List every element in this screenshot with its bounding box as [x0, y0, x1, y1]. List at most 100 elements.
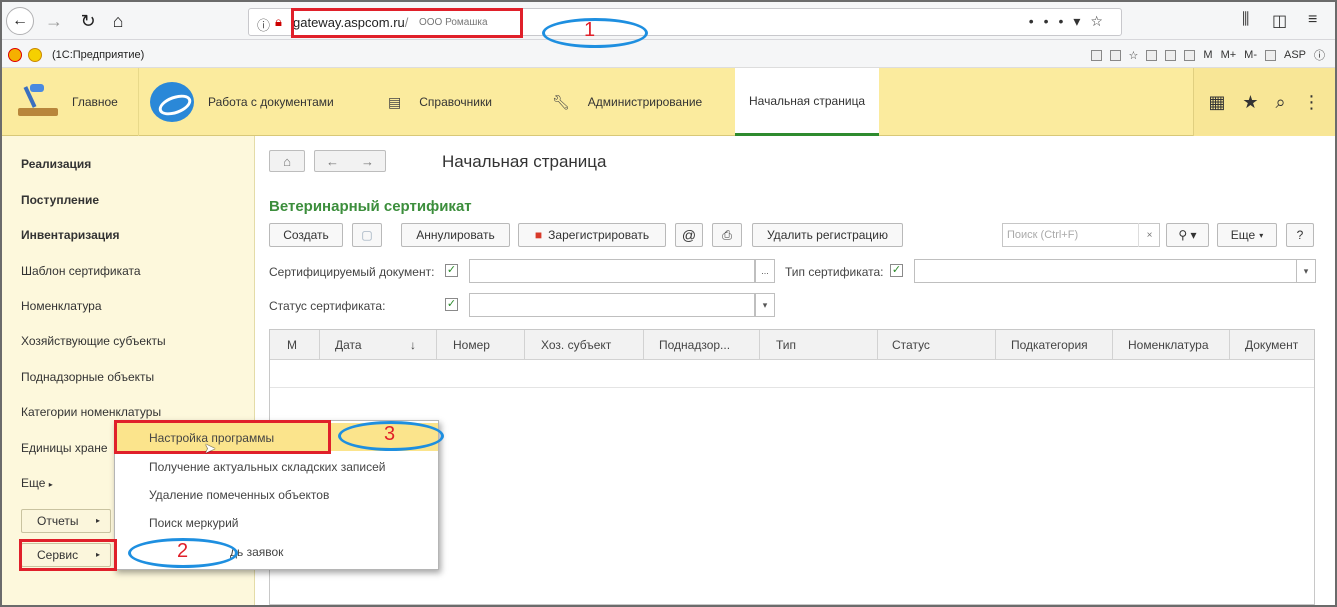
more-label: Еще	[1230, 228, 1256, 242]
home-icon[interactable]: ⌂	[104, 7, 132, 35]
library-icon[interactable]: ⫼	[1242, 11, 1249, 29]
section-main[interactable]: Главное	[16, 68, 118, 136]
help-button[interactable]: ?	[1286, 223, 1314, 247]
print-icon[interactable]	[1109, 49, 1121, 61]
hamburger-icon[interactable]: ≡	[1308, 11, 1317, 29]
menu-item-get-warehouse-records[interactable]: Получение актуальных складских записей	[149, 460, 385, 474]
chevron-down-icon[interactable]: ▾	[755, 293, 775, 317]
column-header[interactable]: Дата ↓	[320, 330, 437, 360]
copy-button[interactable]: ▢	[352, 223, 382, 247]
onec-title: (1С:Предприятие)	[52, 49, 145, 61]
section-references[interactable]: ▤ Справочники	[388, 68, 492, 136]
table-header: М Дата ↓ Номер Хоз. субъект Поднадзор...…	[270, 330, 1314, 360]
column-header[interactable]: Номер	[437, 330, 525, 360]
annul-button[interactable]: Аннулировать	[401, 223, 510, 247]
reload-icon[interactable]: ↻	[74, 7, 102, 35]
user-name[interactable]: ASP	[1284, 49, 1306, 61]
column-header[interactable]: Поднадзор...	[644, 330, 760, 360]
doc-filter-checkbox[interactable]: ✓	[445, 264, 458, 277]
type-filter-checkbox[interactable]: ✓	[890, 264, 903, 277]
calendar-icon[interactable]	[1184, 49, 1196, 61]
doc-select-button[interactable]: ...	[755, 259, 775, 283]
home-button[interactable]: ⌂	[269, 150, 305, 172]
section-administration[interactable]: 🔧︎ Администрирование	[552, 68, 702, 136]
annotation-box-1	[291, 8, 523, 38]
section-documents[interactable]: Работа с документами	[150, 68, 334, 136]
sidebar-item-inventory[interactable]: Инвентаризация	[21, 228, 120, 242]
column-header[interactable]: Тип	[760, 330, 878, 360]
triangle-right-icon: ▸	[48, 480, 53, 489]
history-icon[interactable]: ⌕	[1276, 92, 1286, 113]
onec-menu-icon[interactable]	[28, 48, 42, 62]
page-title: Начальная страница	[442, 152, 607, 171]
sidebar-item-business-entities[interactable]: Хозяйствующие субъекты	[21, 334, 166, 348]
sidebar-item-supervised-objects[interactable]: Поднадзорные объекты	[21, 370, 154, 384]
memory-m-button[interactable]: M	[1203, 49, 1212, 61]
favorites-star-icon[interactable]: ★	[1242, 92, 1258, 113]
sidebar-item-nomenclature-categories[interactable]: Категории номенклатуры	[21, 405, 161, 419]
reports-button[interactable]: Отчеты ▸	[21, 509, 111, 533]
column-header[interactable]: М	[270, 330, 320, 360]
clear-search-icon[interactable]: ×	[1138, 223, 1160, 247]
column-header[interactable]: Подкатегория	[996, 330, 1113, 360]
sidebar-item-receipts[interactable]: Поступление	[21, 193, 99, 207]
window-icon[interactable]	[1264, 49, 1276, 61]
create-button[interactable]: Создать	[269, 223, 343, 247]
history-icon[interactable]	[1146, 49, 1158, 61]
sidebar-item-storage-units[interactable]: Единицы хране	[21, 441, 108, 455]
insecure-lock-icon[interactable]: 🔒︎	[275, 14, 282, 30]
register-button[interactable]: ■ Зарегистрировать	[518, 223, 666, 247]
section-start-page[interactable]: Начальная страница	[735, 68, 880, 136]
all-functions-icon[interactable]: ▦	[1208, 92, 1225, 113]
print-button[interactable]: ⎙	[712, 223, 742, 247]
page-actions[interactable]: •••▾☆	[1029, 13, 1113, 30]
column-header[interactable]: Документ	[1230, 330, 1314, 360]
type-filter-field[interactable]	[914, 259, 1306, 283]
more-vertical-icon[interactable]: ⋮	[1303, 92, 1321, 113]
search-input[interactable]: Поиск (Ctrl+F)	[1002, 223, 1160, 247]
menu-item-mercury-search[interactable]: Поиск меркурий	[149, 516, 239, 530]
favorite-icon[interactable]: ☆	[1129, 49, 1139, 62]
calculator-icon[interactable]	[1165, 49, 1177, 61]
forward-arrow-icon[interactable]: →	[40, 7, 68, 35]
column-header[interactable]: Номенклатура	[1113, 330, 1230, 360]
help-info-icon[interactable]: ⓘ	[1314, 47, 1325, 63]
column-header[interactable]: Хоз. субъект	[525, 330, 644, 360]
forward-arrow-icon[interactable]: →	[361, 154, 374, 169]
info-icon[interactable]: ⓘ	[257, 15, 270, 34]
email-button[interactable]: @	[675, 223, 703, 247]
back-arrow-icon[interactable]: ←	[6, 7, 34, 35]
sidebar-icon[interactable]: ◫	[1272, 11, 1287, 31]
sidebar-item-sales[interactable]: Реализация	[21, 157, 91, 171]
onec-logo-icon[interactable]	[8, 48, 22, 62]
annotation-number-2: 2	[177, 540, 189, 562]
save-icon[interactable]	[1090, 49, 1102, 61]
more-button[interactable]: Еще ▾	[1217, 223, 1277, 247]
wrench-icon: 🔧︎	[552, 93, 570, 110]
form-title: Ветеринарный сертификат	[269, 198, 472, 215]
menu-item-delete-marked[interactable]: Удаление помеченных объектов	[149, 488, 329, 502]
sidebar-item-more[interactable]: Еще ▸	[21, 476, 53, 490]
back-arrow-icon[interactable]: ←	[326, 154, 339, 169]
column-header[interactable]: Статус	[878, 330, 996, 360]
chevron-down-icon: ▾	[1259, 230, 1264, 240]
table-row[interactable]	[270, 360, 1314, 388]
home-icon: ⌂	[283, 153, 291, 169]
search-button[interactable]: ⚲ ▾	[1166, 223, 1209, 247]
annotation-box-3	[114, 420, 331, 454]
cube-icon: ■	[534, 228, 543, 242]
sidebar-item-nomenclature[interactable]: Номенклатура	[21, 299, 102, 313]
delete-registration-button[interactable]: Удалить регистрацию	[752, 223, 903, 247]
status-filter-field[interactable]	[469, 293, 755, 317]
sections-panel: Главное Работа с документами ▤ Справочни…	[2, 68, 1335, 136]
memory-plus-button[interactable]: M+	[1221, 49, 1237, 61]
menu-item-requests-queue[interactable]: дь заявок	[230, 545, 283, 559]
memory-minus-button[interactable]: M-	[1244, 49, 1257, 61]
sidebar-item-cert-template[interactable]: Шаблон сертификата	[21, 264, 141, 278]
browser-toolbar: ← → ↻ ⌂ ⓘ 🔒︎ gateway.aspcom.ru/ ООО Рома…	[2, 2, 1335, 40]
chevron-down-icon[interactable]: ▾	[1296, 259, 1316, 283]
doc-filter-field[interactable]	[469, 259, 755, 283]
status-filter-checkbox[interactable]: ✓	[445, 298, 458, 311]
triangle-right-icon: ▸	[95, 516, 100, 525]
history-nav[interactable]: ← →	[314, 150, 386, 172]
